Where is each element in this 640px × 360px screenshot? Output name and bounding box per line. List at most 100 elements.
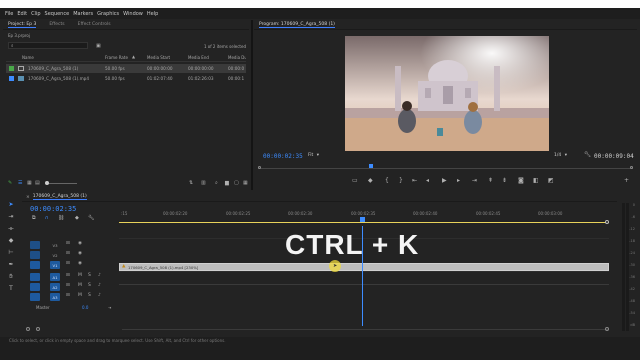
skip-end-icon[interactable]: ⇥ [108, 305, 111, 310]
menu-sequence[interactable]: Sequence [45, 11, 70, 17]
scroll-end-handle[interactable] [605, 327, 609, 331]
program-timecode[interactable]: 00:00:02:35 [263, 153, 303, 160]
add-button-icon[interactable]: + [624, 178, 629, 184]
track-target-v2[interactable] [30, 251, 40, 259]
timeline-timecode[interactable]: 00:00:02:35 [30, 205, 76, 213]
hand-icon[interactable]: ✋︎ [7, 273, 15, 281]
col-media-duration[interactable]: Media Du [228, 55, 246, 60]
scrub-end-handle[interactable] [630, 166, 633, 169]
panel-divider[interactable] [251, 20, 253, 190]
zoom-slider-handle[interactable] [45, 181, 49, 185]
sort-icon[interactable]: ⇅ [189, 180, 193, 186]
eye-icon[interactable]: ◉ [78, 261, 82, 266]
mute-button[interactable]: M [78, 283, 82, 288]
track-source-a3[interactable] [30, 293, 40, 301]
solo-button[interactable]: S [88, 293, 91, 298]
pencil-icon[interactable]: ✎ [8, 180, 12, 186]
playhead-marker[interactable] [369, 164, 373, 168]
video-clip-v1[interactable]: ▲ 170609_C_Agra_508 (1).mp4 [230%] [119, 263, 609, 271]
playhead-head[interactable] [360, 217, 365, 222]
tab-program[interactable]: Program: 170609_C_Agra_508 (1) [259, 22, 335, 28]
safe-margins-icon[interactable]: ▭ [352, 178, 358, 184]
sync-lock-icon[interactable]: ⊟ [66, 293, 70, 298]
project-row-sequence[interactable]: 170609_C_Agra_508 (1) 50.00 fps 00:00:00… [6, 64, 246, 73]
eye-icon[interactable]: ◉ [78, 251, 82, 256]
menu-help[interactable]: Help [147, 11, 158, 17]
program-viewer[interactable] [345, 36, 549, 151]
voiceover-mic-icon[interactable]: ♪ [98, 293, 101, 298]
mute-button[interactable]: M [78, 293, 82, 298]
col-media-end[interactable]: Media End [188, 55, 209, 60]
eye-icon[interactable]: ◉ [78, 241, 82, 246]
project-search-input[interactable]: ⌕ [8, 42, 88, 49]
scroll-handle-right[interactable] [36, 327, 40, 331]
zoom-slider[interactable] [45, 181, 77, 185]
master-volume[interactable]: 0.0 [82, 305, 88, 310]
menu-clip[interactable]: Clip [31, 11, 40, 17]
voiceover-mic-icon[interactable]: ♪ [98, 273, 101, 278]
pen-icon[interactable]: ✒ [7, 261, 15, 268]
comparison-view-icon[interactable]: ◧ [533, 178, 539, 184]
work-area-bar[interactable] [119, 222, 609, 223]
selection-tool-icon[interactable]: ➤ [7, 201, 15, 208]
track-label-v2[interactable]: V2 [50, 251, 60, 259]
automate-icon[interactable]: ▥ [201, 180, 206, 186]
sync-lock-icon[interactable]: ⊟ [66, 283, 70, 288]
timeline-ruler[interactable]: :15 00:00:02:20 00:00:02:25 00:00:02:30 … [119, 204, 609, 226]
slip-icon[interactable]: ⊢ [7, 249, 15, 256]
work-area-end-handle[interactable] [605, 220, 609, 224]
trash-icon[interactable]: ▦ [243, 180, 248, 186]
sync-lock-icon[interactable]: ⊟ [66, 251, 70, 256]
track-source-a1[interactable] [30, 273, 40, 281]
tab-sequence[interactable]: 170609_C_Agra_508 (1) [32, 194, 87, 200]
track-label-a3[interactable]: A3 [50, 293, 60, 301]
track-area[interactable]: CTRL + K ▲ 170609_C_Agra_508 (1).mp4 [23… [119, 226, 609, 326]
step-forward-icon[interactable]: ▸ [457, 178, 460, 184]
menu-markers[interactable]: Markers [73, 11, 93, 17]
play-icon[interactable]: ▶ [442, 178, 447, 184]
wrench-icon[interactable]: 🔧︎ [584, 152, 591, 158]
linked-selection-icon[interactable]: ⛓︎ [58, 215, 64, 221]
sync-lock-icon[interactable]: ⊟ [66, 261, 70, 266]
freeform-view-icon[interactable]: ▤ [35, 180, 40, 186]
track-label-v3[interactable]: V3 [50, 241, 60, 249]
extract-icon[interactable]: ⇟ [502, 178, 507, 184]
track-select-icon[interactable]: ⇥ [7, 213, 15, 220]
track-label-a1[interactable]: A1 [50, 273, 60, 281]
scrub-start-handle[interactable] [258, 166, 261, 169]
nest-icon[interactable]: ⧉ [32, 215, 36, 221]
close-icon[interactable]: × [26, 195, 30, 200]
timeline-h-scrollbar[interactable] [26, 327, 609, 332]
new-item-icon[interactable]: ▢ [234, 180, 239, 186]
track-target-v3[interactable] [30, 241, 40, 249]
new-bin-icon[interactable]: ▣ [96, 43, 101, 49]
solo-button[interactable]: S [88, 273, 91, 278]
icon-view-icon[interactable]: ▦ [27, 180, 32, 186]
mark-out-icon[interactable]: } [399, 178, 403, 184]
camera-icon[interactable]: ◙ [518, 178, 524, 184]
track-source-a2[interactable] [30, 283, 40, 291]
voiceover-mic-icon[interactable]: ♪ [98, 283, 101, 288]
tab-effects[interactable]: Effects [49, 22, 64, 27]
step-back-icon[interactable]: ◂ [426, 178, 429, 184]
vr-icon[interactable]: ◩ [548, 178, 554, 184]
resolution-dropdown[interactable]: 1/4 ▾ [554, 153, 567, 158]
scroll-handle-left[interactable] [26, 327, 30, 331]
playhead-line[interactable] [362, 226, 363, 326]
go-to-in-icon[interactable]: ⇤ [412, 178, 417, 184]
sync-lock-icon[interactable]: ⊟ [66, 241, 70, 246]
menu-graphics[interactable]: Graphics [97, 11, 119, 17]
track-label-v1[interactable]: V1 [50, 261, 60, 269]
razor-icon[interactable]: ◆ [7, 237, 15, 244]
menu-file[interactable]: File [5, 11, 13, 17]
solo-button[interactable]: S [88, 283, 91, 288]
col-media-start[interactable]: Media Start [147, 55, 170, 60]
lift-icon[interactable]: ⇞ [488, 178, 493, 184]
add-marker-icon[interactable]: ◆ [368, 178, 373, 184]
fit-dropdown[interactable]: Fit ▾ [308, 153, 319, 158]
sync-lock-icon[interactable]: ⊟ [66, 273, 70, 278]
track-label-a2[interactable]: A2 [50, 283, 60, 291]
project-row-clip[interactable]: 170609_C_Agra_508 (1).mp4 50.00 fps 01:0… [6, 74, 246, 83]
menu-edit[interactable]: Edit [17, 11, 27, 17]
snap-icon[interactable]: ∩ [45, 215, 49, 221]
